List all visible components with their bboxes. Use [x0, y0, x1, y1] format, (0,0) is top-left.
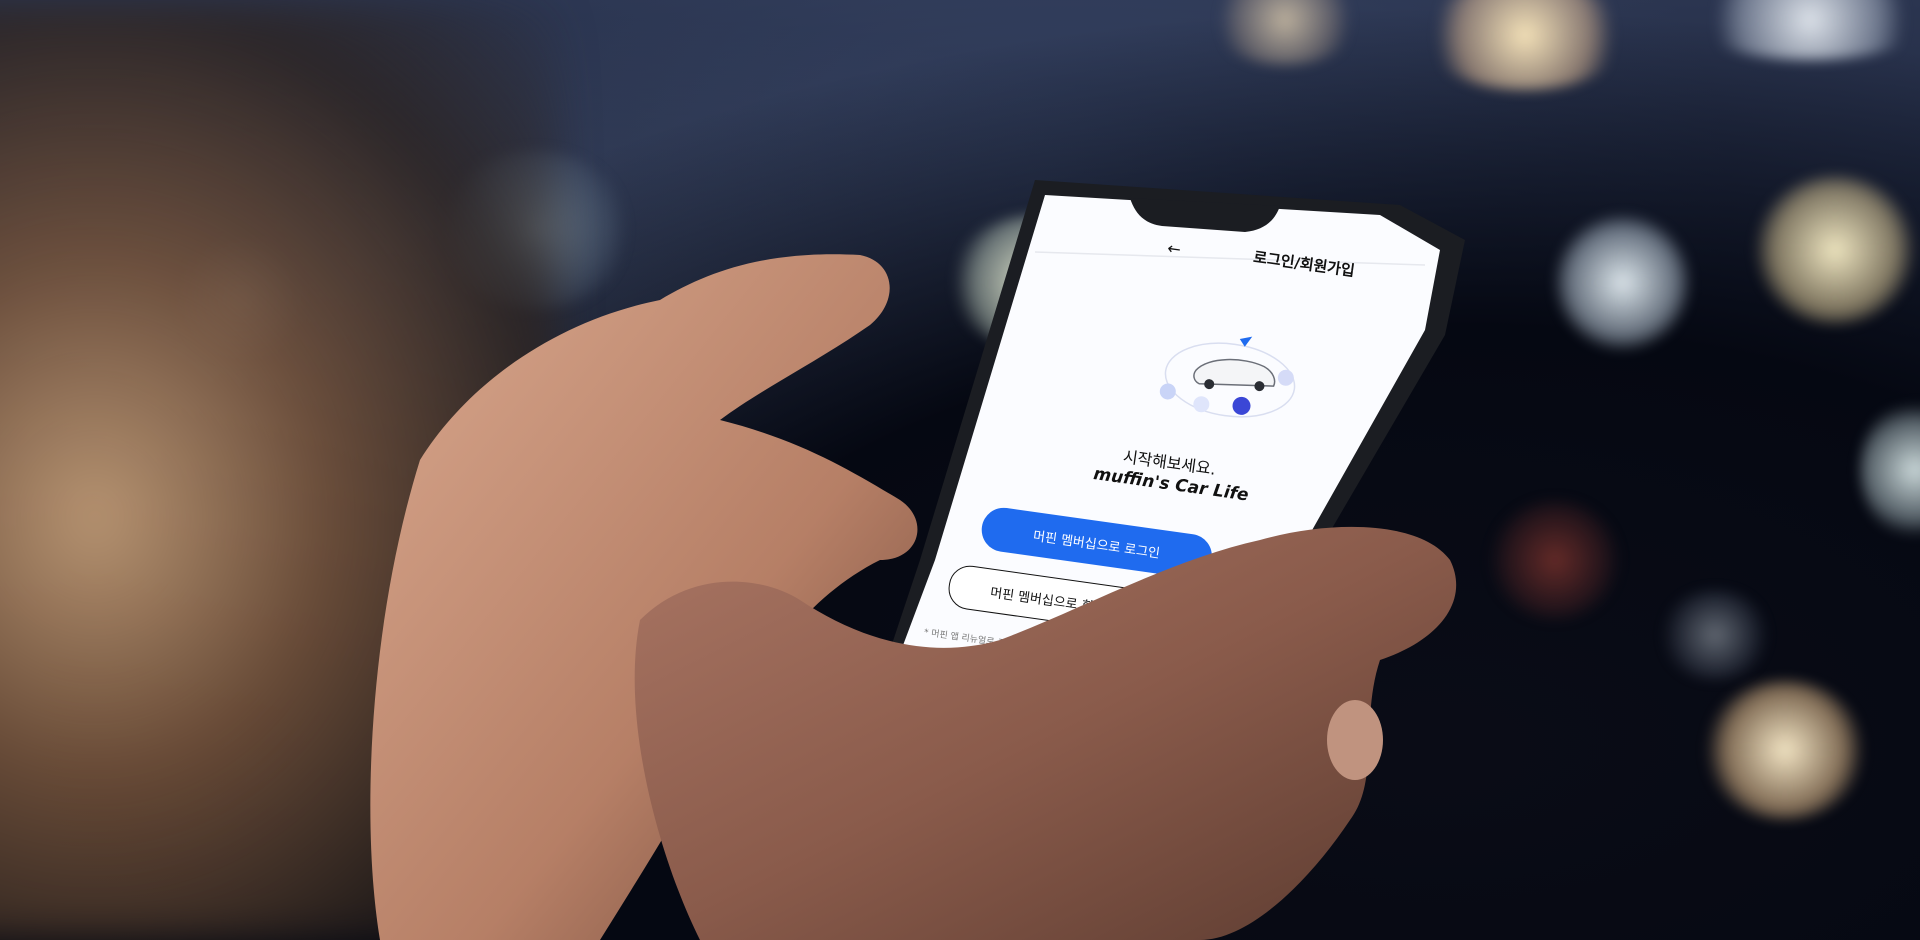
photo-scene: ← 로그인/회원가입 시작해보세요. muffin's Car Life 머핀 … [0, 0, 1920, 940]
fingertip [1327, 700, 1383, 780]
hands [370, 254, 1457, 940]
